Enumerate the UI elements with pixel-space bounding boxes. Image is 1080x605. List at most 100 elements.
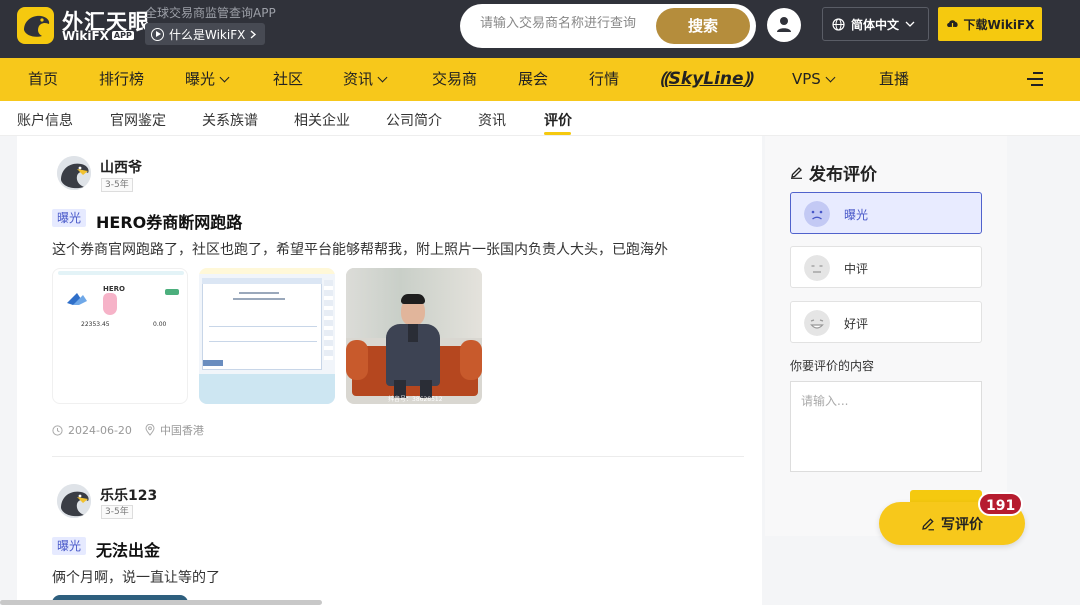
- nav-brokers[interactable]: 交易商: [432, 58, 477, 101]
- review-image[interactable]: HERO 22353.45 0.00: [52, 268, 188, 404]
- tab-account-info[interactable]: 账户信息: [17, 110, 73, 130]
- finger-blur: [103, 293, 117, 315]
- pencil-icon: [922, 517, 934, 530]
- neutral-face-icon: [804, 255, 830, 281]
- hero-label: HERO: [103, 285, 125, 293]
- tab-relationship[interactable]: 关系族谱: [202, 110, 258, 130]
- nav-live[interactable]: 直播: [879, 58, 909, 101]
- nav-exposure[interactable]: 曝光: [185, 58, 230, 101]
- laurel-right-icon: ⸩: [743, 69, 753, 89]
- menu-icon[interactable]: [1027, 72, 1043, 86]
- cloud-download-icon: [946, 20, 958, 30]
- hero-logo-icon: [67, 293, 87, 305]
- post-review-panel: 发布评价 曝光 中评 好评 你要评价的内容: [765, 136, 1007, 536]
- user-level-badge: 3-5年: [101, 505, 133, 519]
- review-title[interactable]: HERO券商断网跑路: [96, 209, 242, 233]
- avatar[interactable]: [57, 484, 91, 518]
- eagle-avatar-icon: [57, 156, 91, 190]
- chevron-right-icon: [250, 29, 257, 39]
- language-label: 简体中文: [851, 17, 900, 32]
- happy-face-icon: [804, 310, 830, 336]
- review-count-badge: 191: [978, 492, 1024, 516]
- review-location: 中国香港: [159, 424, 204, 437]
- avatar[interactable]: [57, 156, 91, 190]
- review-date: 2024-06-20: [68, 423, 132, 437]
- nav-skyline[interactable]: ⸨SkyLine⸩: [660, 66, 752, 92]
- exposure-tag: 曝光: [52, 209, 87, 227]
- review-content-label: 你要评价的内容: [790, 359, 875, 373]
- what-is-label: 什么是WikiFX: [169, 27, 246, 42]
- review-image[interactable]: 抖音号：38628512: [346, 268, 482, 404]
- nav-vps[interactable]: VPS: [792, 58, 836, 101]
- review-image[interactable]: [199, 268, 335, 404]
- write-review-label: 写评价: [941, 516, 983, 533]
- clock-icon: [52, 424, 63, 436]
- post-review-label: 发布评价: [809, 165, 877, 185]
- horizontal-scrollbar[interactable]: [0, 600, 322, 605]
- eagle-avatar-icon: [57, 484, 91, 518]
- review-username[interactable]: 乐乐123: [100, 485, 157, 505]
- download-app-button[interactable]: 下载WikiFX: [938, 7, 1042, 41]
- skyline-label: SkyLine: [668, 69, 744, 89]
- review-content-input[interactable]: [790, 381, 982, 472]
- exposure-tag: 曝光: [52, 537, 87, 555]
- equity-value: 0.00: [153, 321, 167, 328]
- photo-watermark: 抖音号：38628512: [388, 396, 443, 403]
- status-chip: [165, 289, 179, 295]
- brand-name-en: WikiFX APP: [62, 29, 134, 43]
- review-body: 这个券商官网跑路了，社区也跑了，希望平台能够帮帮我，附上照片一张国内负责人大头，…: [52, 242, 668, 258]
- broker-subnav: 账户信息 官网鉴定 关系族谱 相关企业 公司简介 资讯 评价: [0, 101, 1080, 136]
- nav-expo[interactable]: 展会: [518, 58, 548, 101]
- slogan: 全球交易商监管查询APP: [145, 6, 276, 20]
- search-input[interactable]: [480, 16, 655, 31]
- download-label: 下载WikiFX: [963, 17, 1035, 32]
- review-list: 山西爷 3-5年 曝光 HERO券商断网跑路 这个券商官网跑路了，社区也跑了，希…: [17, 136, 762, 605]
- review-title[interactable]: 无法出金: [96, 537, 160, 561]
- top-header: 外汇天眼 WikiFXAPP 全球交易商监管查询APP 什么是WikiFX 搜索…: [0, 0, 1080, 58]
- nav-news[interactable]: 资讯: [343, 58, 388, 101]
- post-review-title: 发布评价: [790, 160, 877, 185]
- rating-option-label: 好评: [844, 317, 869, 331]
- rating-option-neutral[interactable]: 中评: [790, 246, 982, 288]
- nav-vps-label: VPS: [792, 70, 821, 88]
- balance-value: 22353.45: [81, 321, 110, 328]
- search-box: 搜索: [460, 4, 756, 48]
- rating-option-exposure[interactable]: 曝光: [790, 192, 982, 234]
- rating-option-label: 中评: [844, 262, 869, 276]
- user-level-badge: 3-5年: [101, 178, 133, 192]
- location-pin-icon: [145, 424, 155, 436]
- review-body: 俩个月啊，说一直让等的了: [52, 570, 220, 586]
- pencil-icon: [791, 167, 802, 179]
- chevron-down-icon: [219, 72, 230, 83]
- tab-reviews[interactable]: 评价: [544, 110, 572, 130]
- tab-related-companies[interactable]: 相关企业: [294, 110, 350, 130]
- laurel-left-icon: ⸨: [660, 69, 669, 89]
- user-icon: [777, 17, 791, 32]
- review-username[interactable]: 山西爷: [100, 157, 142, 177]
- user-account-button[interactable]: [767, 8, 801, 42]
- brand-app-badge: APP: [111, 31, 134, 40]
- tab-news[interactable]: 资讯: [478, 110, 506, 130]
- nav-market[interactable]: 行情: [589, 58, 619, 101]
- nav-exposure-label: 曝光: [185, 70, 216, 88]
- active-tab-indicator: [544, 132, 571, 135]
- tab-company-profile[interactable]: 公司简介: [386, 110, 442, 130]
- chevron-down-icon: [905, 21, 915, 27]
- nav-community[interactable]: 社区: [273, 58, 303, 101]
- language-selector[interactable]: 简体中文: [822, 7, 929, 41]
- tab-website-check[interactable]: 官网鉴定: [110, 110, 166, 130]
- play-icon: [151, 27, 164, 41]
- chevron-down-icon: [825, 72, 836, 83]
- review-meta: 2024-06-20 中国香港: [52, 422, 204, 438]
- rating-option-label: 曝光: [844, 208, 869, 222]
- review-divider: [52, 456, 744, 457]
- wikifx-logo[interactable]: [17, 7, 54, 44]
- search-button[interactable]: 搜索: [656, 8, 750, 44]
- rating-option-positive[interactable]: 好评: [790, 301, 982, 343]
- what-is-wikifx-button[interactable]: 什么是WikiFX: [145, 23, 266, 45]
- globe-icon: [832, 17, 845, 31]
- nav-home[interactable]: 首页: [28, 58, 58, 101]
- brand-en-text: WikiFX: [62, 29, 109, 43]
- nav-ranking[interactable]: 排行榜: [99, 58, 144, 101]
- eagle-icon: [24, 15, 50, 37]
